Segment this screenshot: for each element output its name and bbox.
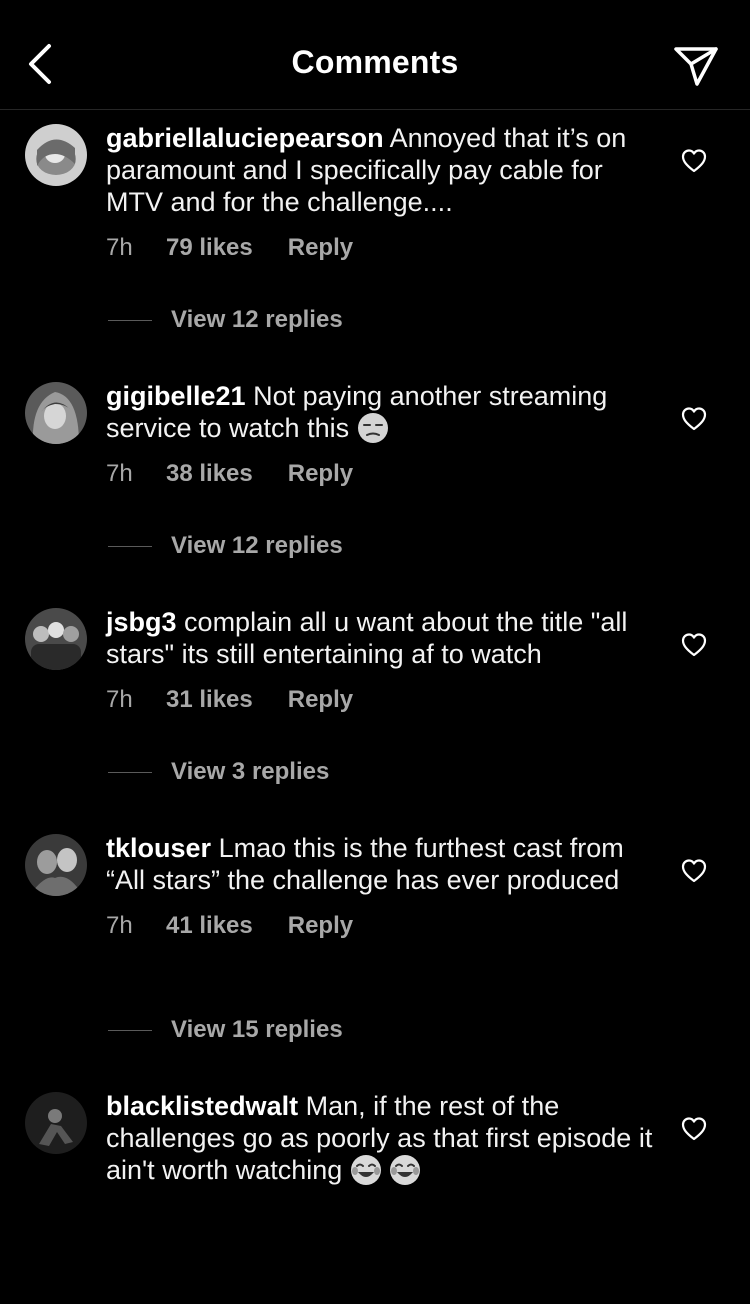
comment-item: gigibelle21 Not paying another streaming… <box>0 368 750 594</box>
comment-likes[interactable]: 38 likes <box>166 458 253 490</box>
comment-time: 7h <box>106 234 133 261</box>
avatar[interactable] <box>25 834 87 896</box>
comment-time: 7h <box>106 460 133 487</box>
comment-username[interactable]: jsbg3 <box>106 607 177 637</box>
avatar[interactable] <box>25 124 87 186</box>
comment-likes[interactable]: 31 likes <box>166 684 253 716</box>
paper-plane-icon <box>674 47 718 86</box>
comment-meta: 7h 31 likes Reply <box>106 684 666 716</box>
comment-meta: 7h 41 likes Reply <box>106 910 666 942</box>
comment-content: complain all u want about the title "all… <box>106 607 628 669</box>
comment-list: gabriellaluciepearson Annoyed that it’s … <box>0 110 750 1304</box>
avatar[interactable] <box>25 382 87 444</box>
comment-username[interactable]: gigibelle21 <box>106 381 246 411</box>
heart-outline-icon[interactable] <box>680 1115 708 1143</box>
comment-text: blacklistedwalt Man, if the rest of the … <box>106 1090 666 1186</box>
comment-username[interactable]: blacklistedwalt <box>106 1091 298 1121</box>
comment-time: 7h <box>106 686 133 713</box>
view-replies-label: View 12 replies <box>171 532 343 559</box>
view-replies-label: View 12 replies <box>171 306 343 333</box>
comment-username[interactable]: gabriellaluciepearson <box>106 123 384 153</box>
page-title: Comments <box>291 44 459 80</box>
heart-outline-icon[interactable] <box>680 631 708 659</box>
share-button[interactable] <box>670 40 722 92</box>
comment-item: gabriellaluciepearson Annoyed that it’s … <box>0 110 750 368</box>
comment-likes[interactable]: 79 likes <box>166 232 253 264</box>
header-bar: Comments <box>0 0 750 110</box>
replies-divider <box>108 319 152 321</box>
avatar[interactable] <box>25 1092 87 1154</box>
heart-outline-icon[interactable] <box>680 857 708 885</box>
view-replies-button[interactable]: View 12 replies <box>108 532 343 560</box>
replies-divider <box>108 1029 152 1031</box>
comment-username[interactable]: tklouser <box>106 833 211 863</box>
comment-text: tklouser Lmao this is the furthest cast … <box>106 832 666 896</box>
tears-of-joy-emoji <box>350 1154 381 1185</box>
comment-meta: 7h 38 likes Reply <box>106 458 666 490</box>
unamused-face-emoji <box>357 412 388 443</box>
comment-body: blacklistedwalt Man, if the rest of the … <box>106 1090 666 1186</box>
view-replies-label: View 15 replies <box>171 1016 343 1043</box>
heart-outline-icon[interactable] <box>680 405 708 433</box>
tears-of-joy-emoji <box>390 1154 421 1185</box>
view-replies-button[interactable]: View 3 replies <box>108 758 329 786</box>
view-replies-button[interactable]: View 12 replies <box>108 306 343 334</box>
comment-likes[interactable]: 41 likes <box>166 910 253 942</box>
replies-divider <box>108 771 152 773</box>
comment-text: gabriellaluciepearson Annoyed that it’s … <box>106 122 666 218</box>
reply-button[interactable]: Reply <box>288 684 353 716</box>
view-replies-button[interactable]: View 15 replies <box>108 1016 343 1044</box>
comment-body: jsbg3 complain all u want about the titl… <box>106 606 666 716</box>
heart-outline-icon[interactable] <box>680 147 708 175</box>
reply-button[interactable]: Reply <box>288 910 353 942</box>
comment-item: jsbg3 complain all u want about the titl… <box>0 594 750 820</box>
comment-item: tklouser Lmao this is the furthest cast … <box>0 820 750 1078</box>
comment-text: gigibelle21 Not paying another streaming… <box>106 380 666 444</box>
comment-text: jsbg3 complain all u want about the titl… <box>106 606 666 670</box>
reply-button[interactable]: Reply <box>288 458 353 490</box>
comment-time: 7h <box>106 912 133 939</box>
comment-meta: 7h 79 likes Reply <box>106 232 666 264</box>
comment-body: tklouser Lmao this is the furthest cast … <box>106 832 666 942</box>
comment-body: gigibelle21 Not paying another streaming… <box>106 380 666 490</box>
view-replies-label: View 3 replies <box>171 758 330 785</box>
comment-body: gabriellaluciepearson Annoyed that it’s … <box>106 122 666 264</box>
comment-item: blacklistedwalt Man, if the rest of the … <box>0 1078 750 1304</box>
replies-divider <box>108 545 152 547</box>
avatar[interactable] <box>25 608 87 670</box>
reply-button[interactable]: Reply <box>288 232 353 264</box>
